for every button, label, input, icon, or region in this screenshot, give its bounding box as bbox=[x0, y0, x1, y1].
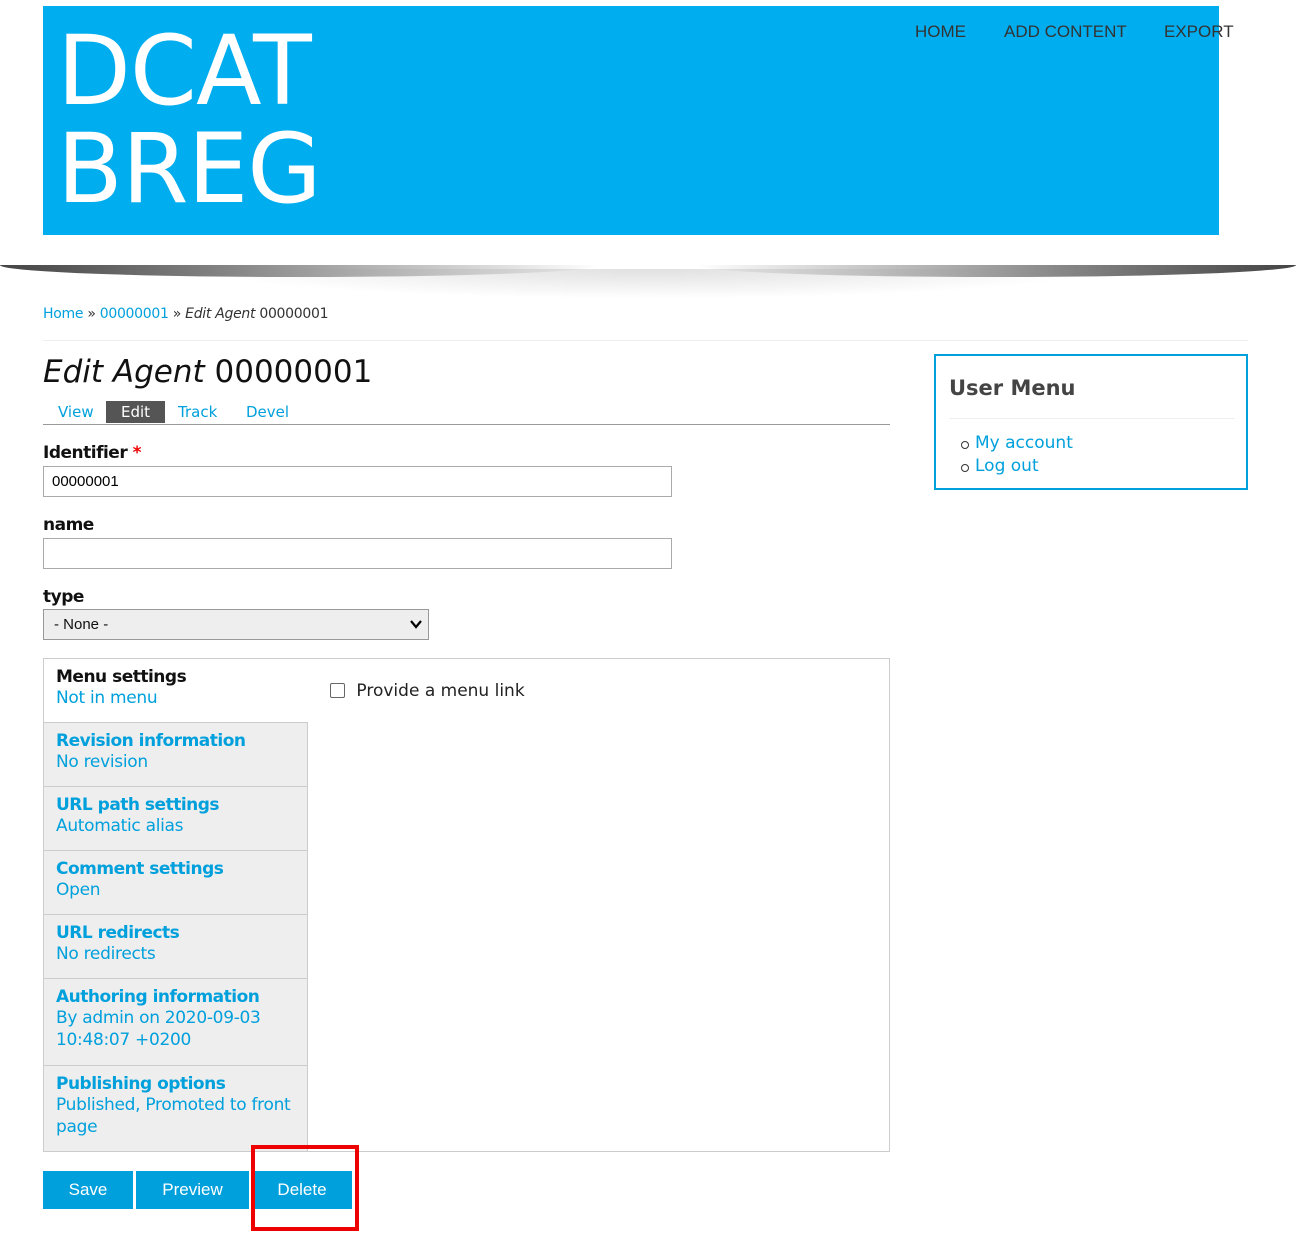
breadcrumb-separator: » bbox=[87, 306, 96, 322]
vertical-tab-summary: By admin on 2020-09-03 10:48:07 +0200 bbox=[56, 1008, 261, 1050]
tab-devel[interactable]: Devel bbox=[231, 401, 304, 423]
vertical-tab-summary: No redirects bbox=[56, 944, 156, 964]
breadcrumb: Home » 00000001 » Edit Agent 00000001 bbox=[43, 306, 329, 322]
vertical-tab-comment-settings[interactable]: Comment settings Open bbox=[44, 851, 308, 915]
site-name[interactable]: DCAT BREG bbox=[57, 22, 322, 225]
vertical-tab-summary: No revision bbox=[56, 752, 148, 772]
header-shadow-divider bbox=[0, 265, 1296, 305]
site-name-line2: BREG bbox=[57, 113, 322, 225]
type-select[interactable]: - None - bbox=[43, 609, 429, 640]
name-input[interactable] bbox=[43, 538, 672, 569]
local-tabs: View Edit Track Devel bbox=[43, 401, 890, 425]
main-nav: HOME ADD CONTENT EXPORT bbox=[0, 22, 1296, 46]
preview-button[interactable]: Preview bbox=[136, 1171, 249, 1209]
vertical-tab-revision-information[interactable]: Revision information No revision bbox=[44, 723, 308, 787]
vertical-tab-title: Authoring information bbox=[56, 987, 260, 1007]
vertical-tab-title: URL redirects bbox=[56, 923, 180, 943]
vertical-tab-title: Publishing options bbox=[56, 1074, 226, 1094]
vertical-tab-url-redirects[interactable]: URL redirects No redirects bbox=[44, 915, 308, 979]
nav-add-content[interactable]: ADD CONTENT bbox=[1004, 22, 1127, 42]
delete-highlight-box bbox=[251, 1145, 359, 1231]
identifier-label: Identifier * bbox=[43, 443, 142, 463]
vertical-tab-url-path-settings[interactable]: URL path settings Automatic alias bbox=[44, 787, 308, 851]
vertical-tab-authoring-information[interactable]: Authoring information By admin on 2020-0… bbox=[44, 979, 308, 1066]
breadcrumb-current-type: Edit Agent bbox=[185, 306, 256, 322]
vertical-tab-title: Comment settings bbox=[56, 859, 224, 879]
vertical-tab-menu-settings[interactable]: Menu settings Not in menu bbox=[44, 659, 308, 723]
vertical-tab-summary: Open bbox=[56, 880, 101, 900]
identifier-label-text: Identifier bbox=[43, 443, 128, 463]
vertical-tab-title: Menu settings bbox=[56, 667, 187, 687]
provide-menu-link-label[interactable]: Provide a menu link bbox=[356, 681, 524, 701]
user-menu-my-account[interactable]: My account bbox=[961, 432, 1073, 455]
breadcrumb-current-id: 00000001 bbox=[259, 306, 329, 322]
identifier-input[interactable] bbox=[43, 466, 672, 497]
type-select-value: - None - bbox=[54, 616, 109, 633]
page-title-type: Edit Agent bbox=[43, 354, 205, 390]
vertical-tab-publishing-options[interactable]: Publishing options Published, Promoted t… bbox=[44, 1066, 308, 1151]
provide-menu-link-checkbox[interactable] bbox=[330, 683, 345, 698]
save-button[interactable]: Save bbox=[43, 1171, 133, 1209]
page-title: Edit Agent 00000001 bbox=[43, 354, 372, 390]
user-menu-block: User Menu My account Log out bbox=[934, 354, 1248, 490]
tab-track[interactable]: Track bbox=[163, 401, 232, 423]
breadcrumb-separator: » bbox=[172, 306, 182, 322]
user-menu-log-out[interactable]: Log out bbox=[961, 455, 1073, 478]
user-menu-divider bbox=[949, 418, 1235, 419]
breadcrumb-item[interactable]: 00000001 bbox=[100, 306, 169, 322]
vertical-tab-title: Revision information bbox=[56, 731, 246, 751]
vertical-tabs: Menu settings Not in menu Revision infor… bbox=[43, 658, 890, 1152]
tab-edit[interactable]: Edit bbox=[106, 401, 166, 423]
vertical-tab-list: Menu settings Not in menu Revision infor… bbox=[44, 659, 308, 1151]
page-title-id: 00000001 bbox=[214, 354, 373, 390]
name-label: name bbox=[43, 515, 94, 535]
menu-settings-pane: Provide a menu link bbox=[330, 681, 525, 701]
vertical-tab-title: URL path settings bbox=[56, 795, 220, 815]
user-menu-list: My account Log out bbox=[961, 432, 1073, 478]
required-marker: * bbox=[132, 443, 142, 463]
vertical-tab-summary: Automatic alias bbox=[56, 816, 184, 836]
tab-view[interactable]: View bbox=[43, 401, 109, 423]
breadcrumb-divider bbox=[43, 340, 1248, 341]
user-menu-title: User Menu bbox=[949, 376, 1076, 400]
breadcrumb-home[interactable]: Home bbox=[43, 306, 83, 322]
type-label: type bbox=[43, 587, 84, 607]
vertical-tab-summary: Not in menu bbox=[56, 688, 158, 708]
chevron-down-icon bbox=[410, 610, 422, 649]
nav-export[interactable]: EXPORT bbox=[1164, 22, 1234, 42]
nav-home[interactable]: HOME bbox=[915, 22, 966, 42]
vertical-tab-summary: Published, Promoted to front page bbox=[56, 1095, 291, 1137]
